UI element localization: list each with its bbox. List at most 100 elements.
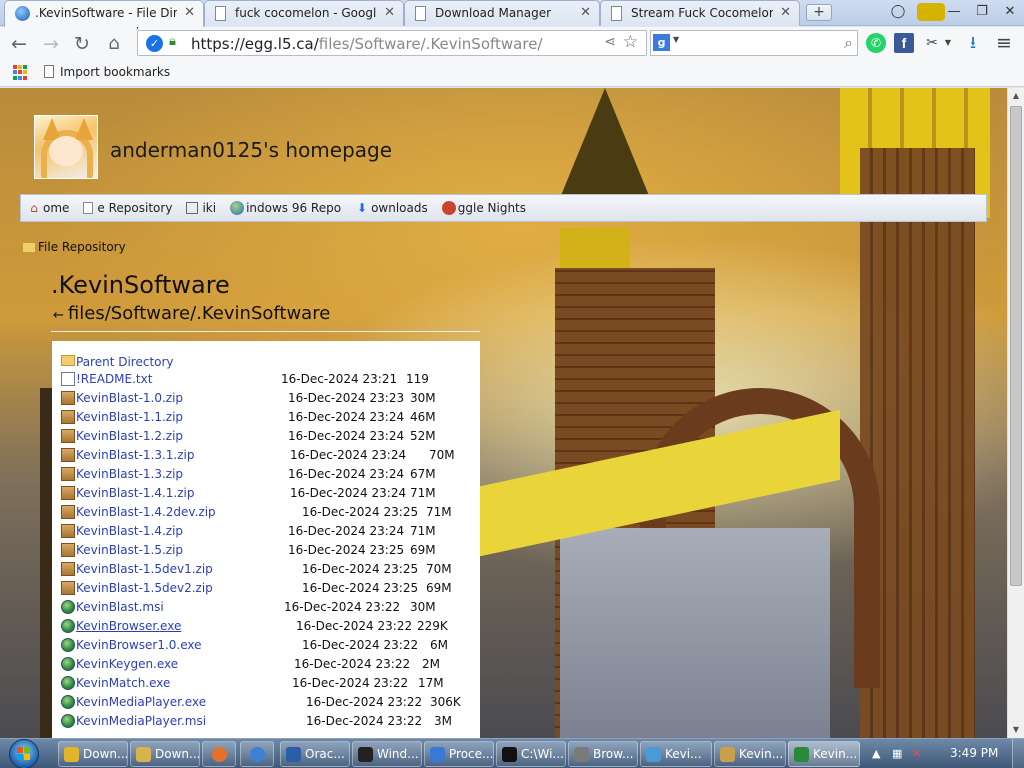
firefox-icon [212,747,227,762]
reload-icon[interactable]: ↻ [69,31,95,57]
vertical-scrollbar[interactable]: ▲ ▼ [1007,88,1024,738]
close-icon[interactable]: ✕ [580,5,591,20]
facebook-icon[interactable]: f [894,33,914,53]
file-date: 16-Dec-2024 23:22 [306,714,423,728]
file-link[interactable]: KevinKeygen.exe [76,657,178,671]
chevron-down-icon[interactable]: ▼ [673,35,679,44]
file-link[interactable]: KevinBlast-1.4.1.zip [76,486,195,500]
file-link[interactable]: KevinBlast-1.2.zip [76,429,183,443]
file-link[interactable]: KevinBlast-1.5.zip [76,543,183,557]
chat-icon[interactable]: ◯ [884,0,912,24]
restore-button[interactable]: ❐ [968,0,996,24]
taskbar-item-label: Wind... [377,747,419,761]
apps-icon[interactable] [13,65,28,80]
web-page: anderman0125's homepage ⌂ ome e Repositor… [0,88,1007,738]
menu-icon[interactable]: ≡ [994,33,1014,53]
file-date: 16-Dec-2024 23:22 [284,600,401,614]
tab-google-search[interactable]: fuck cocomelon - Google ✕ [204,0,404,26]
close-icon[interactable]: ✕ [184,5,195,20]
file-link[interactable]: KevinBlast-1.5dev2.zip [76,581,213,595]
directory-path: ← files/Software/.KevinSoftware [53,303,331,324]
file-link[interactable]: KevinBlast-1.3.zip [76,467,183,481]
file-link[interactable]: !README.txt [76,372,152,386]
google-icon[interactable]: g [653,34,670,51]
close-icon[interactable]: ✕ [384,5,395,20]
taskbar-item[interactable]: C:\Wi... [496,741,566,767]
taskbar-item[interactable]: Down... [58,741,128,767]
taskbar-item[interactable]: Kevin... [788,741,860,767]
file-link[interactable]: KevinMatch.exe [76,676,170,690]
tab-download-manager[interactable]: Download Manager ✕ [404,0,600,26]
address-bar[interactable]: ✓ 🔒︎ https://egg.l5.ca/files/Software/.K… [137,30,647,56]
tray-expand-icon[interactable]: ▲ [872,747,880,760]
breadcrumb[interactable]: File Repository [22,240,126,254]
taskbar-item[interactable] [240,741,274,767]
nav-downloads[interactable]: ⬇ ownloads [355,201,428,215]
tab-stream[interactable]: Stream Fuck Cocomelon F ✕ [600,0,800,26]
file-link[interactable]: KevinMediaPlayer.msi [76,714,206,728]
nav-windows96-repo[interactable]: indows 96 Repo [230,201,341,215]
taskbar-item[interactable]: Wind... [352,741,422,767]
file-link[interactable]: KevinBlast-1.1.zip [76,410,183,424]
list-item: KevinBlast-1.3.zip 16-Dec-2024 23:24 67M [52,465,480,484]
minimize-button[interactable]: — [940,0,968,24]
nav-eggle-nights[interactable]: ggle Nights [441,201,526,215]
home-icon[interactable]: ⌂ [101,31,127,57]
start-button[interactable] [4,739,46,768]
extension-icon[interactable] [912,0,945,24]
file-link[interactable]: KevinBlast-1.4.2dev.zip [76,505,216,519]
chevron-down-icon[interactable]: ▼ [943,33,953,53]
executable-icon [61,714,75,728]
taskbar-item[interactable]: Brow... [568,741,638,767]
share-icon[interactable]: ⋖ [604,34,616,50]
taskbar-item[interactable]: Proce... [424,741,494,767]
file-link[interactable]: KevinMediaPlayer.exe [76,695,206,709]
close-window-button[interactable]: ✕ [996,0,1024,24]
taskbar-item-label: Kevin... [739,747,784,761]
taskbar-item[interactable]: Kevin... [714,741,786,767]
taskbar-item[interactable]: Down... [130,741,200,767]
scroll-down-icon[interactable]: ▼ [1008,722,1024,738]
file-size: 70M [426,562,452,576]
forward-arrow-icon[interactable]: → [38,31,64,57]
search-box[interactable]: g ▼ ⌕ [650,30,858,56]
back-arrow-icon[interactable]: ← [6,31,32,57]
import-bookmarks-link[interactable]: Import bookmarks [44,65,170,79]
whatsapp-icon[interactable]: ✆ [866,33,886,53]
scroll-up-icon[interactable]: ▲ [1008,88,1024,104]
close-icon[interactable]: ✕ [780,5,791,20]
nav-wiki[interactable]: iki [186,201,216,215]
file-link[interactable]: KevinBrowser.exe [76,619,181,633]
nav-home[interactable]: ⌂ ome [27,201,69,215]
scrollbar-thumb[interactable] [1010,106,1022,586]
search-icon[interactable]: ⌕ [844,33,853,53]
egg-icon [441,201,456,215]
new-tab-button[interactable]: + [806,4,832,21]
archive-icon [720,747,735,762]
bookmark-star-icon[interactable]: ☆ [623,32,638,52]
file-link[interactable]: KevinBlast-1.4.zip [76,524,183,538]
file-link[interactable]: KevinBlast.msi [76,600,164,614]
taskbar-item[interactable]: Orac... [280,741,350,767]
show-desktop-button[interactable] [1012,739,1024,768]
system-tray: ▲ ▦ ✕ [864,739,1024,768]
file-link[interactable]: KevinBlast-1.3.1.zip [76,448,195,462]
list-item: KevinBlast-1.5.zip 16-Dec-2024 23:25 69M [52,541,480,560]
parent-directory-link[interactable]: Parent Directory [76,355,174,369]
taskbar-item[interactable]: Kevi... [640,741,712,767]
file-link[interactable]: KevinBrowser1.0.exe [76,638,202,652]
nav-file-repository[interactable]: e Repository [83,201,172,215]
taskbar-item[interactable] [202,741,236,767]
scissors-icon[interactable]: ✂ [922,33,942,53]
file-link[interactable]: KevinBlast-1.0.zip [76,391,183,405]
executable-icon [61,600,75,614]
download-icon[interactable]: ⭳ [963,33,983,53]
clock[interactable]: 3:49 PM [950,746,998,760]
tab-kevinsoftware[interactable]: .KevinSoftware - File Directo ✕ [4,0,204,27]
network-icon[interactable]: ▦ [892,747,902,760]
folder-icon [61,355,75,366]
folder-icon [22,241,36,253]
file-size: 306K [430,695,461,709]
volume-muted-icon[interactable]: ✕ [912,747,921,760]
file-link[interactable]: KevinBlast-1.5dev1.zip [76,562,213,576]
